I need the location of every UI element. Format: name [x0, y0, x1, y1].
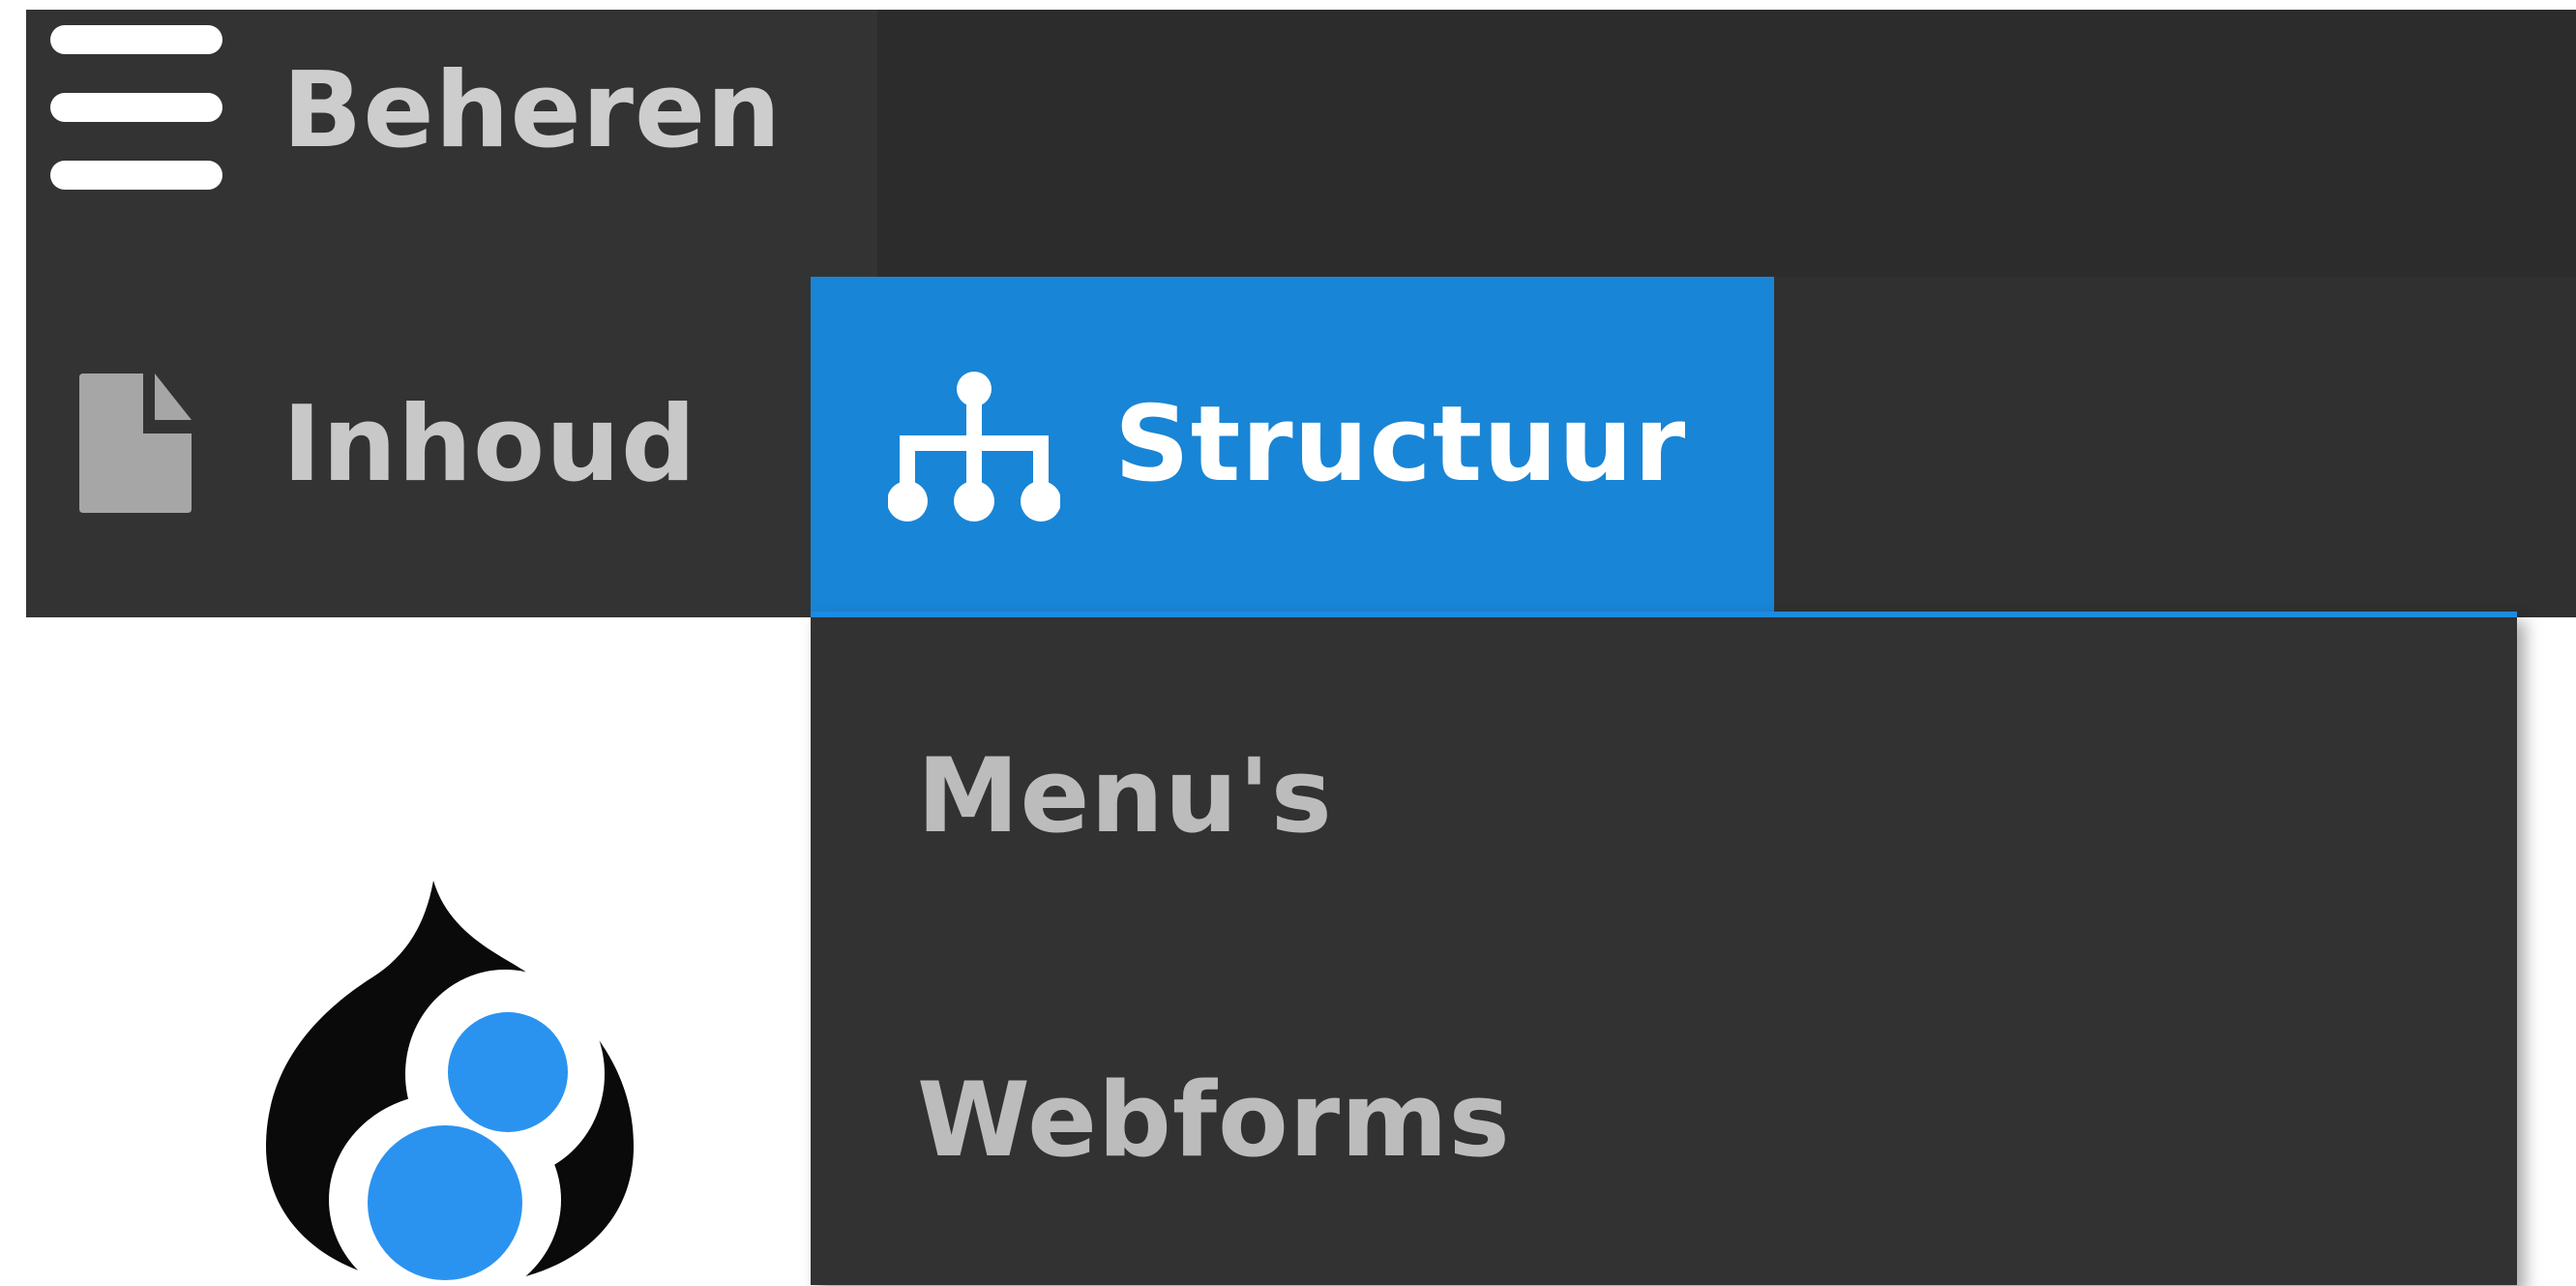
manage-label[interactable]: Beheren: [282, 39, 782, 184]
hamburger-menu-icon[interactable]: [50, 25, 224, 192]
drupal-8-logo[interactable]: [261, 881, 638, 1286]
toolbar-tray-empty: [1775, 277, 2576, 617]
submenu-item-menus[interactable]: Menu's: [917, 724, 1333, 869]
submenu-item-webforms[interactable]: Webforms: [917, 1048, 1511, 1193]
tray-item-content[interactable]: Inhoud: [282, 373, 696, 518]
sitemap-icon[interactable]: [888, 372, 1060, 523]
tray-item-structure-label[interactable]: Structuur: [1114, 373, 1686, 518]
toolbar-spacer: [877, 10, 2576, 277]
document-icon[interactable]: [79, 374, 192, 513]
page: Beheren Inhoud Structuur Menu's Webforms: [0, 0, 2576, 1286]
structure-submenu: Menu's Webforms: [811, 612, 2517, 1285]
